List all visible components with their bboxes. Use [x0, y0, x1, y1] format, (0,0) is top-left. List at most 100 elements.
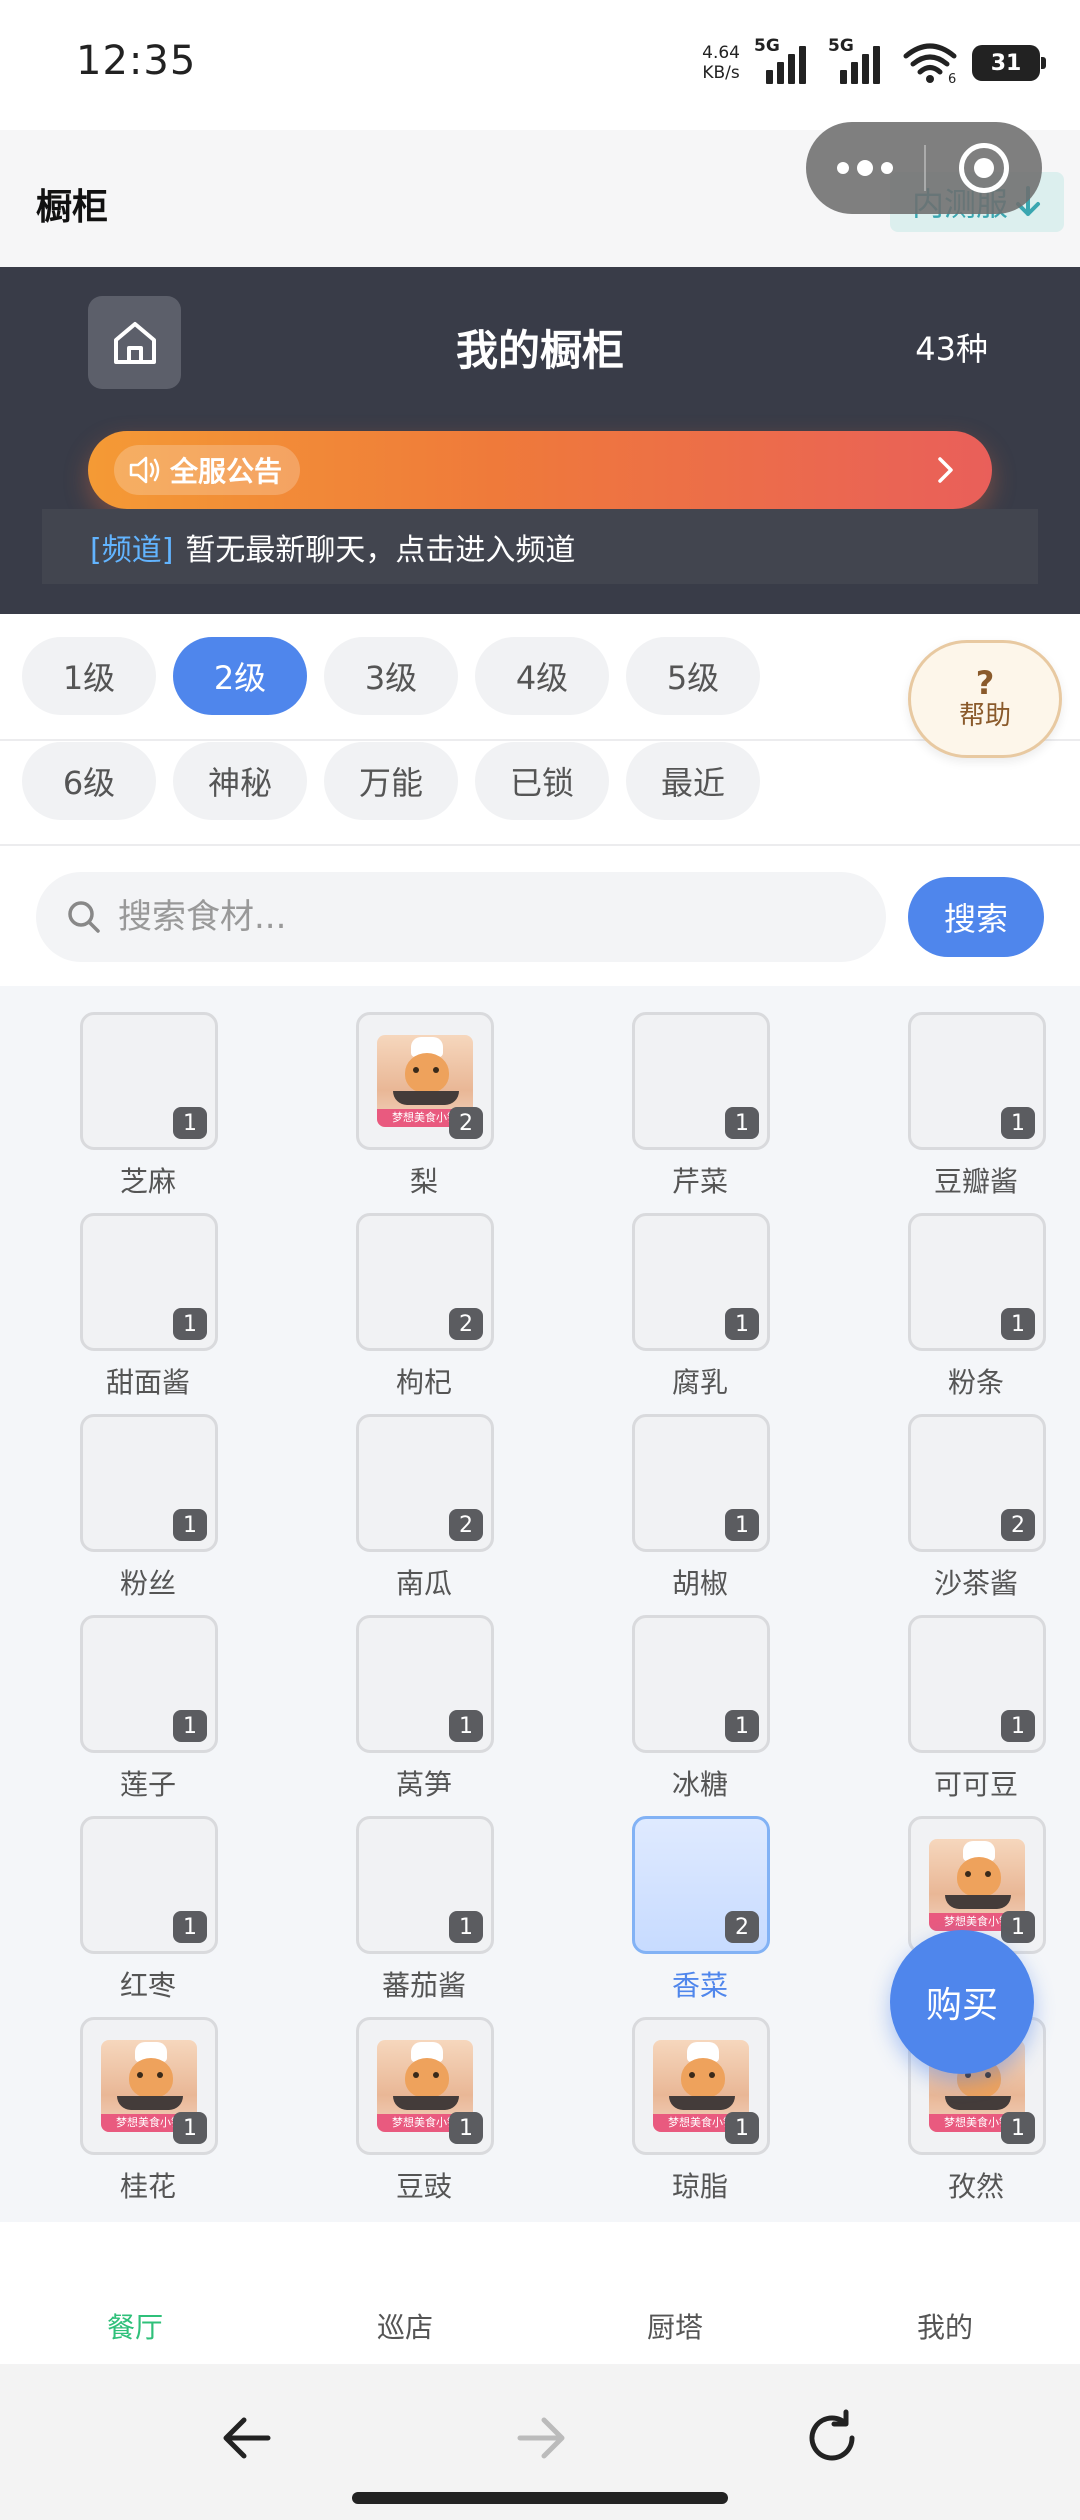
- ingredient-tile: 2: [356, 1213, 494, 1351]
- ingredient-name: 豆瓣酱: [933, 1165, 1018, 1198]
- ingredient-item[interactable]: 2 南瓜: [286, 1414, 562, 1600]
- ingredient-item[interactable]: 1 芝麻: [10, 1012, 286, 1198]
- tab-patrol[interactable]: 巡店: [270, 2222, 540, 2364]
- ingredient-name: 枸杞: [395, 1366, 452, 1399]
- chip-level-1[interactable]: 1级: [22, 637, 156, 715]
- ingredient-item[interactable]: 1 芹菜: [562, 1012, 838, 1198]
- quantity-badge: 1: [1001, 1911, 1035, 1943]
- help-label: 帮助: [958, 701, 1011, 731]
- ingredient-name: 芝麻: [119, 1165, 176, 1198]
- ingredient-tile: 梦想美食小镇 1: [632, 2017, 770, 2155]
- battery-icon: 31: [972, 45, 1046, 81]
- speaker-icon: [129, 456, 160, 484]
- ingredient-item[interactable]: 1 可可豆: [838, 1615, 1080, 1801]
- quantity-badge: 1: [173, 1308, 207, 1340]
- question-icon: ?: [975, 664, 995, 702]
- chip-mystery[interactable]: 神秘: [173, 742, 307, 820]
- home-indicator: [352, 2492, 728, 2504]
- quantity-badge: 2: [1001, 1509, 1035, 1541]
- ingredient-item[interactable]: 1 冰糖: [562, 1615, 838, 1801]
- ingredient-item[interactable]: 1 蕃茄酱: [286, 1816, 562, 2002]
- tab-restaurant[interactable]: 餐厅: [0, 2222, 270, 2364]
- ingredient-name: 蕃茄酱: [381, 1969, 466, 2002]
- quantity-badge: 1: [725, 2112, 759, 2144]
- quantity-badge: 2: [449, 1308, 483, 1340]
- ingredient-tile: 1: [356, 1816, 494, 1954]
- bottom-tab-bar: 餐厅 巡店 厨塔 我的: [0, 2222, 1080, 2364]
- ingredient-tile: 1: [80, 1816, 218, 1954]
- network-speed-value: 4.64: [702, 43, 740, 63]
- forward-arrow-icon[interactable]: [510, 2408, 570, 2468]
- ingredient-item[interactable]: 梦想美食小镇 1 豆豉: [286, 2017, 562, 2203]
- tab-mine[interactable]: 我的: [810, 2222, 1080, 2364]
- wifi-icon: 6: [903, 43, 957, 84]
- ingredient-item[interactable]: 1 红枣: [10, 1816, 286, 2002]
- ingredient-item[interactable]: 2 香菜: [562, 1816, 838, 2002]
- ingredient-item[interactable]: 2 沙茶酱: [838, 1414, 1080, 1600]
- chat-channel-bar[interactable]: [频道] 暂无最新聊天，点击进入频道: [42, 509, 1038, 584]
- ingredient-tile: 2: [908, 1414, 1046, 1552]
- channel-tag: [频道]: [90, 532, 174, 568]
- network-speed: 4.64 KB/s: [702, 43, 740, 83]
- close-miniprogram-button[interactable]: [926, 122, 1042, 214]
- tab-chef-tower[interactable]: 厨塔: [540, 2222, 810, 2364]
- chip-level-5[interactable]: 5级: [626, 637, 760, 715]
- quantity-badge: 2: [725, 1911, 759, 1943]
- quantity-badge: 1: [1001, 1710, 1035, 1742]
- announcement-bar[interactable]: 全服公告: [88, 431, 992, 509]
- page-title: 橱柜: [36, 187, 109, 228]
- ingredient-tile: 梦想美食小镇 1: [356, 2017, 494, 2155]
- ingredient-name: 香菜: [671, 1969, 728, 2002]
- quantity-badge: 1: [449, 1710, 483, 1742]
- divider: [0, 844, 1080, 846]
- chip-level-3[interactable]: 3级: [324, 637, 458, 715]
- ingredient-item[interactable]: 1 莲子: [10, 1615, 286, 1801]
- ingredient-name: 桂花: [119, 2170, 176, 2203]
- announcement-label: 全服公告: [170, 455, 283, 488]
- status-icons: 4.64 KB/s 5G 5G 6 31: [702, 36, 1046, 88]
- quantity-badge: 1: [173, 1509, 207, 1541]
- search-input[interactable]: [118, 897, 858, 937]
- ingredient-item[interactable]: 1 甜面酱: [10, 1213, 286, 1399]
- chip-universal[interactable]: 万能: [324, 742, 458, 820]
- ingredient-item[interactable]: 1 莴笋: [286, 1615, 562, 1801]
- buy-button[interactable]: 购买: [890, 1930, 1034, 2074]
- ingredient-item[interactable]: 2 枸杞: [286, 1213, 562, 1399]
- ingredient-tile: 1: [632, 1414, 770, 1552]
- ingredient-item[interactable]: 1 腐乳: [562, 1213, 838, 1399]
- ingredient-item[interactable]: 梦想美食小镇 2 梨: [286, 1012, 562, 1198]
- dot-icon: [857, 160, 873, 176]
- more-options-button[interactable]: [806, 122, 924, 214]
- quantity-badge: 1: [725, 1107, 759, 1139]
- quantity-badge: 2: [449, 1107, 483, 1139]
- ingredient-tile: 1: [80, 1414, 218, 1552]
- browser-nav-bar: [0, 2364, 1080, 2520]
- chevron-right-icon: [938, 457, 953, 483]
- chip-level-4[interactable]: 4级: [475, 637, 609, 715]
- wifi-level: 6: [948, 72, 956, 84]
- ingredient-name: 梨: [409, 1165, 438, 1198]
- search-box: [36, 872, 886, 962]
- status-bar: 12:35 4.64 KB/s 5G 5G 6 31: [0, 0, 1080, 130]
- channel-message: 暂无最新聊天，点击进入频道: [185, 532, 576, 568]
- back-arrow-icon[interactable]: [218, 2408, 278, 2468]
- ingredient-tile: 1: [632, 1615, 770, 1753]
- chip-level-2[interactable]: 2级: [173, 637, 307, 715]
- ingredient-item[interactable]: 1 胡椒: [562, 1414, 838, 1600]
- ingredient-item[interactable]: 1 粉丝: [10, 1414, 286, 1600]
- chip-locked[interactable]: 已锁: [475, 742, 609, 820]
- ingredient-item[interactable]: 1 粉条: [838, 1213, 1080, 1399]
- ingredient-item[interactable]: 梦想美食小镇 1 桂花: [10, 2017, 286, 2203]
- ingredient-name: 粉条: [947, 1366, 1004, 1399]
- chip-recent[interactable]: 最近: [626, 742, 760, 820]
- divider: [0, 739, 1080, 741]
- ingredient-tile: 1: [908, 1615, 1046, 1753]
- ingredient-item[interactable]: 梦想美食小镇 1 琼脂: [562, 2017, 838, 2203]
- chip-level-6[interactable]: 6级: [22, 742, 156, 820]
- miniprogram-capsule: [806, 122, 1042, 214]
- search-button[interactable]: 搜索: [908, 877, 1044, 957]
- refresh-icon[interactable]: [802, 2408, 862, 2468]
- ingredient-item[interactable]: 1 豆瓣酱: [838, 1012, 1080, 1198]
- help-button[interactable]: ? 帮助: [908, 640, 1062, 758]
- quantity-badge: 1: [173, 1107, 207, 1139]
